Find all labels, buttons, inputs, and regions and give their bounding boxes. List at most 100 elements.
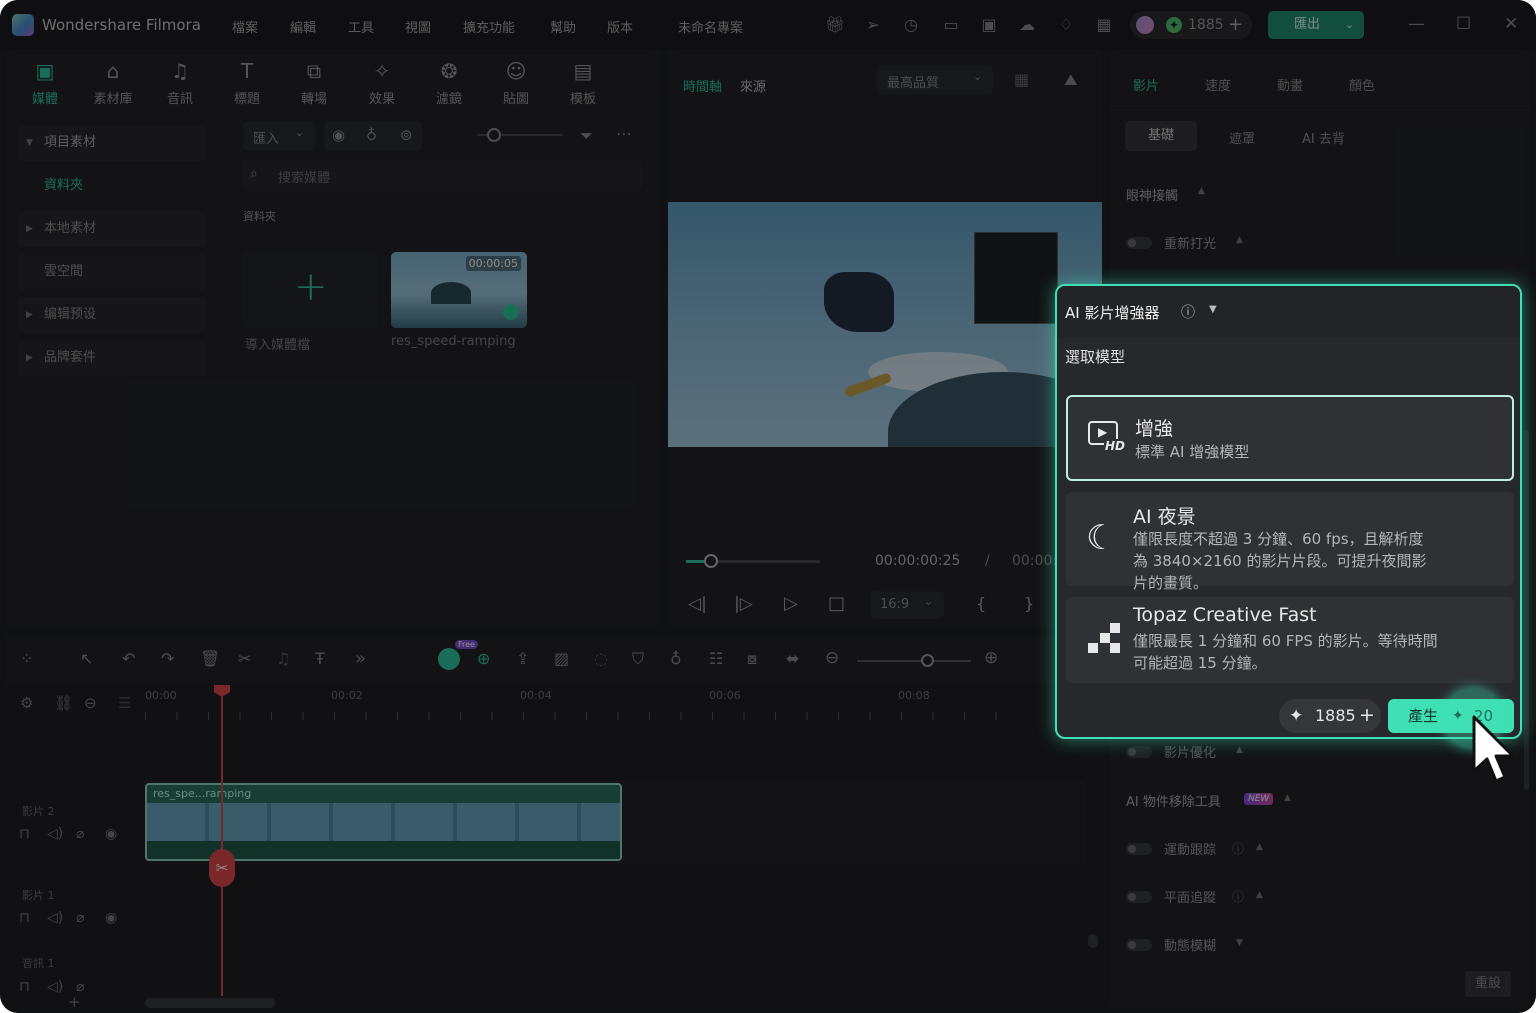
link-icon[interactable]: ⊖ bbox=[84, 694, 97, 712]
tab-timeline[interactable]: 時間軸 bbox=[683, 76, 722, 95]
progress-handle[interactable] bbox=[704, 554, 718, 568]
mark-in-icon[interactable]: { bbox=[976, 594, 986, 613]
sidebar-item-folder[interactable]: 資料夾 bbox=[18, 168, 206, 204]
volume-icon[interactable]: ◁) bbox=[47, 910, 63, 926]
redo-icon[interactable]: ↷ bbox=[161, 649, 174, 668]
export-button[interactable]: 匯出 ⌄ bbox=[1268, 11, 1364, 39]
tab-speed[interactable]: 速度 bbox=[1205, 75, 1231, 94]
image-edit-icon[interactable]: ▨ bbox=[554, 649, 569, 668]
voiceover-mic-icon[interactable]: ♁ bbox=[670, 649, 682, 668]
lock-icon[interactable]: ⊓ bbox=[19, 979, 30, 995]
track-height-icon[interactable]: ☰ bbox=[118, 694, 131, 712]
add-credits-icon[interactable]: + bbox=[1228, 14, 1243, 35]
help-icon[interactable]: ⓘ bbox=[1232, 888, 1244, 905]
playhead-line[interactable] bbox=[221, 690, 223, 996]
select-tool-icon[interactable]: ↖ bbox=[80, 649, 93, 668]
audio-mixer-icon[interactable]: ☷ bbox=[709, 649, 723, 668]
credits-pill[interactable]: ✦ 1885 + bbox=[1130, 11, 1252, 39]
menu-edit[interactable]: 編輯 bbox=[290, 17, 316, 36]
visibility-eye-icon[interactable]: ◉ bbox=[105, 910, 117, 926]
maximize-icon[interactable]: ☐ bbox=[1456, 14, 1471, 34]
search-input[interactable]: 搜索媒體 bbox=[278, 167, 330, 186]
aspect-ratio-dropdown[interactable]: 16:9 ⌄ bbox=[870, 591, 944, 619]
collapse-arrow-icon[interactable]: ▲ bbox=[1236, 745, 1243, 755]
add-credits-icon[interactable]: + bbox=[1359, 698, 1375, 732]
collapse-arrow-icon[interactable]: ▲ bbox=[1198, 186, 1205, 196]
tab-source[interactable]: 來源 bbox=[740, 76, 766, 95]
collapse-arrow-icon[interactable]: ▲ bbox=[1236, 235, 1243, 245]
minimize-icon[interactable]: — bbox=[1408, 14, 1425, 34]
planar-tracking-toggle[interactable] bbox=[1126, 891, 1152, 903]
properties-scrollbar[interactable] bbox=[1524, 430, 1529, 790]
sidebar-item-cloud[interactable]: 雲空間 bbox=[18, 254, 206, 290]
subtab-ai-cutout[interactable]: AI 去背 bbox=[1302, 128, 1345, 147]
tool-transitions[interactable]: ⧉ 轉場 bbox=[286, 58, 342, 107]
close-icon[interactable]: ✕ bbox=[1504, 14, 1518, 34]
collapse-arrow-icon[interactable]: ▲ bbox=[1284, 793, 1291, 803]
expand-arrow-icon[interactable]: ▼ bbox=[1236, 938, 1243, 948]
sidebar-item-brand-kit[interactable]: ▶ 品牌套件 bbox=[18, 340, 206, 376]
webcam-icon[interactable]: ⊚ bbox=[400, 126, 413, 144]
headset-icon[interactable]: ♢ bbox=[1056, 15, 1076, 35]
record-icon[interactable]: ◉ bbox=[332, 126, 345, 144]
mute-icon[interactable]: ⌀ bbox=[76, 910, 84, 926]
motion-blur-toggle[interactable] bbox=[1126, 939, 1152, 951]
scissors-icon[interactable]: ✂ bbox=[238, 649, 251, 668]
filter-funnel-icon[interactable]: ⏷ bbox=[580, 126, 593, 146]
model-card-enhance[interactable]: ▶ HD 增強 標準 AI 增強模型 bbox=[1066, 395, 1514, 481]
slider-handle[interactable] bbox=[487, 128, 501, 142]
tool-titles[interactable]: T 標題 bbox=[219, 58, 275, 107]
project-name[interactable]: 未命名專案 bbox=[678, 17, 743, 36]
avatar[interactable] bbox=[1136, 16, 1154, 34]
apps-grid-icon[interactable]: ▦ bbox=[1094, 15, 1114, 35]
text-tool-icon[interactable]: Ŧ bbox=[315, 649, 325, 668]
fit-timeline-icon[interactable]: ⬌ bbox=[786, 649, 799, 668]
layout-icon[interactable]: ▭ bbox=[941, 15, 961, 35]
zoom-in-icon[interactable]: ⊕ bbox=[984, 648, 998, 668]
more-options-icon[interactable]: ⋯ bbox=[616, 124, 632, 143]
save-icon[interactable]: ▣ bbox=[979, 15, 999, 35]
collapse-arrow-icon[interactable]: ▲ bbox=[1256, 890, 1263, 900]
audio-detach-icon[interactable]: ♫ bbox=[276, 649, 290, 668]
grid-view-icon[interactable]: ▦ bbox=[1014, 70, 1029, 89]
auto-reframe-icon[interactable]: ⧇ bbox=[747, 649, 757, 669]
menu-extensions[interactable]: 擴充功能 bbox=[463, 17, 515, 36]
dropdown-arrow-icon[interactable]: ▼ bbox=[1209, 304, 1217, 315]
ai-tool-icon[interactable]: ⊕ bbox=[477, 649, 490, 668]
collapse-arrow-icon[interactable]: ▲ bbox=[1256, 842, 1263, 852]
help-icon[interactable]: ⓘ bbox=[1232, 840, 1244, 857]
menu-tools[interactable]: 工具 bbox=[348, 17, 374, 36]
split-scissors-icon[interactable]: ✂ bbox=[209, 849, 235, 887]
sidebar-item-project-media[interactable]: ▼ 項目素材 bbox=[18, 125, 206, 161]
tool-filters[interactable]: ❂ 濾鏡 bbox=[421, 58, 477, 107]
sidebar-item-presets[interactable]: ▶ 编辑预设 bbox=[18, 297, 206, 333]
model-card-topaz[interactable]: Topaz Creative Fast 僅限最長 1 分鐘和 60 FPS 的影… bbox=[1066, 597, 1514, 683]
sidebar-item-local-media[interactable]: ▶ 本地素材 bbox=[18, 211, 206, 247]
next-frame-icon[interactable]: |▷ bbox=[734, 594, 753, 614]
tool-library[interactable]: ⌂ 素材庫 bbox=[85, 58, 141, 107]
mute-icon[interactable]: ⌀ bbox=[76, 826, 84, 842]
unlink-icon[interactable]: ⛓ bbox=[54, 694, 73, 712]
settings-gear-icon[interactable]: ⚙ bbox=[20, 694, 33, 712]
media-thumbnail[interactable]: 00:00:05 ✓ bbox=[391, 252, 527, 328]
zoom-out-icon[interactable]: ⊖ bbox=[825, 648, 839, 668]
export-clip-icon[interactable]: ⇪ bbox=[516, 649, 529, 668]
play-icon[interactable]: ▷ bbox=[784, 593, 798, 614]
more-tools-icon[interactable]: » bbox=[355, 648, 366, 669]
help-icon[interactable]: ⓘ bbox=[1181, 302, 1195, 322]
zoom-slider[interactable] bbox=[857, 660, 971, 662]
volume-icon[interactable]: ◁) bbox=[47, 826, 63, 842]
relight-toggle[interactable] bbox=[1126, 237, 1152, 249]
import-dropdown[interactable]: 匯入 ⌄ bbox=[243, 121, 315, 151]
tool-effects[interactable]: ✧ 效果 bbox=[354, 58, 410, 107]
previous-frame-icon[interactable]: ◁| bbox=[688, 594, 707, 614]
tool-stickers[interactable]: ☺ 貼圖 bbox=[488, 58, 544, 107]
mark-out-icon[interactable]: } bbox=[1024, 594, 1034, 613]
tab-animation[interactable]: 動畫 bbox=[1277, 75, 1303, 94]
subtab-mask[interactable]: 遮罩 bbox=[1229, 128, 1255, 147]
gift-icon[interactable]: 🎁︎ bbox=[825, 15, 845, 35]
motion-tracking-toggle[interactable] bbox=[1126, 843, 1152, 855]
search-box[interactable]: ⌕ 搜索媒體 bbox=[242, 160, 642, 190]
send-icon[interactable]: ➢ bbox=[863, 15, 883, 35]
history-icon[interactable]: ◷ bbox=[901, 15, 921, 35]
